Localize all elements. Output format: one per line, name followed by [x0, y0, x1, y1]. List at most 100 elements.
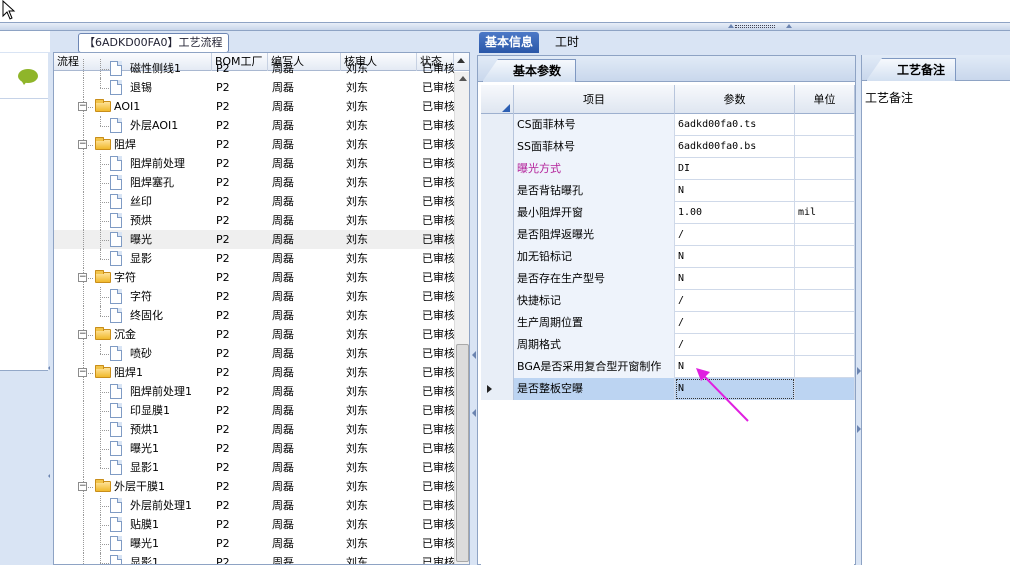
reviewer-cell: 刘东: [346, 385, 368, 398]
collapse-toggle-icon[interactable]: −: [78, 140, 87, 149]
tree-row[interactable]: 阻焊塞孔 P2 周磊 刘东 已审核: [54, 173, 454, 192]
collapse-left-icon[interactable]: [472, 409, 476, 417]
chat-bubble-icon[interactable]: [18, 69, 38, 85]
param-row[interactable]: BGA是否采用复合型开窗制作 N: [481, 356, 855, 378]
param-value-cell[interactable]: /: [675, 334, 795, 356]
collapse-toggle-icon[interactable]: −: [78, 482, 87, 491]
tab-basic-params[interactable]: 基本参数: [482, 59, 577, 82]
param-row[interactable]: 周期格式 /: [481, 334, 855, 356]
process-tree-grid[interactable]: 流程 BOM工厂 编写人 核审人 状态 磁性侧线1 P2 周磊 刘东 已审核 退锡 P2 周磊…: [53, 52, 470, 565]
reviewer-cell: 刘东: [346, 271, 368, 284]
param-value-cell[interactable]: 6adkd00fa0.bs: [675, 136, 795, 158]
tree-row[interactable]: − 字符 P2 周磊 刘东 已审核: [54, 268, 454, 287]
status-cell: 已审核: [422, 518, 454, 531]
param-value-cell[interactable]: N: [675, 246, 795, 268]
row-header[interactable]: [481, 334, 514, 356]
col-header-item[interactable]: 项目: [514, 85, 675, 114]
param-value-cell[interactable]: N: [675, 268, 795, 290]
document-icon: [110, 175, 122, 190]
param-value-cell[interactable]: 1.00: [675, 202, 795, 224]
tree-row[interactable]: 字符 P2 周磊 刘东 已审核: [54, 287, 454, 306]
row-header[interactable]: [481, 378, 514, 400]
param-value-cell[interactable]: N: [675, 378, 795, 400]
tree-scrollbar[interactable]: [454, 72, 469, 564]
tree-row[interactable]: 显影1 P2 周磊 刘东 已审核: [54, 458, 454, 477]
document-icon: [110, 517, 122, 532]
sort-up-icon[interactable]: [457, 58, 465, 63]
row-header[interactable]: [481, 158, 514, 180]
param-value-cell[interactable]: DI: [675, 158, 795, 180]
tree-row[interactable]: 预烘1 P2 周磊 刘东 已审核: [54, 420, 454, 439]
tree-row[interactable]: 外层前处理1 P2 周磊 刘东 已审核: [54, 496, 454, 515]
collapse-up-icon[interactable]: [786, 24, 792, 28]
param-value-cell[interactable]: /: [675, 290, 795, 312]
tree-row[interactable]: − 阻焊 P2 周磊 刘东 已审核: [54, 135, 454, 154]
tree-row[interactable]: − 外层干膜1 P2 周磊 刘东 已审核: [54, 477, 454, 496]
row-header[interactable]: [481, 224, 514, 246]
param-row[interactable]: 曝光方式 DI: [481, 158, 855, 180]
row-header[interactable]: [481, 202, 514, 224]
tree-row[interactable]: 外层AOI1 P2 周磊 刘东 已审核: [54, 116, 454, 135]
row-header[interactable]: [481, 136, 514, 158]
row-header[interactable]: [481, 268, 514, 290]
splitter-grip[interactable]: [735, 25, 775, 28]
row-header-corner[interactable]: [481, 85, 514, 114]
row-header[interactable]: [481, 246, 514, 268]
collapse-left-icon[interactable]: [472, 351, 476, 359]
tree-row[interactable]: 显影 P2 周磊 刘东 已审核: [54, 249, 454, 268]
tree-row[interactable]: 喷砂 P2 周磊 刘东 已审核: [54, 344, 454, 363]
select-all-icon[interactable]: [502, 104, 510, 112]
param-value-cell[interactable]: /: [675, 312, 795, 334]
row-header[interactable]: [481, 180, 514, 202]
param-row[interactable]: 是否整板空曝 N: [481, 378, 855, 400]
tree-row[interactable]: 预烘 P2 周磊 刘东 已审核: [54, 211, 454, 230]
scroll-thumb[interactable]: [456, 344, 469, 562]
tree-row[interactable]: − 沉金 P2 周磊 刘东 已审核: [54, 325, 454, 344]
tree-row[interactable]: − 阻焊1 P2 周磊 刘东 已审核: [54, 363, 454, 382]
param-row[interactable]: 快捷标记 /: [481, 290, 855, 312]
collapse-toggle-icon[interactable]: −: [78, 368, 87, 377]
param-value-cell[interactable]: /: [675, 224, 795, 246]
tree-row[interactable]: 终固化 P2 周磊 刘东 已审核: [54, 306, 454, 325]
row-header[interactable]: [481, 290, 514, 312]
tab-work-hours[interactable]: 工时: [549, 32, 585, 53]
tree-row[interactable]: 阻焊前处理 P2 周磊 刘东 已审核: [54, 154, 454, 173]
tree-row[interactable]: 显影1 P2 周磊 刘东 已审核: [54, 553, 454, 564]
tree-row[interactable]: 退锡 P2 周磊 刘东 已审核: [54, 78, 454, 97]
tree-row[interactable]: 印显膜1 P2 周磊 刘东 已审核: [54, 401, 454, 420]
tree-row[interactable]: 贴膜1 P2 周磊 刘东 已审核: [54, 515, 454, 534]
tab-process-notes[interactable]: 工艺备注: [866, 58, 957, 81]
collapse-toggle-icon[interactable]: −: [78, 102, 87, 111]
collapse-toggle-icon[interactable]: −: [78, 273, 87, 282]
row-header[interactable]: [481, 312, 514, 334]
row-header[interactable]: [481, 356, 514, 378]
param-row[interactable]: 加无铅标记 N: [481, 246, 855, 268]
tree-row[interactable]: 阻焊前处理1 P2 周磊 刘东 已审核: [54, 382, 454, 401]
param-row[interactable]: 是否背钻曝孔 N: [481, 180, 855, 202]
param-unit-cell: [795, 334, 855, 356]
tab-basic-info[interactable]: 基本信息: [479, 32, 540, 53]
scroll-up-icon[interactable]: [459, 76, 467, 81]
tree-row[interactable]: 曝光 P2 周磊 刘东 已审核: [54, 230, 454, 249]
collapse-up-icon[interactable]: [728, 24, 734, 28]
tree-row[interactable]: 曝光1 P2 周磊 刘东 已审核: [54, 534, 454, 553]
param-row[interactable]: CS面菲林号 6adkd00fa0.ts: [481, 114, 855, 136]
param-row[interactable]: 是否存在生产型号 N: [481, 268, 855, 290]
param-row[interactable]: 是否阻焊返曝光 /: [481, 224, 855, 246]
collapse-toggle-icon[interactable]: −: [78, 330, 87, 339]
tree-item-label: 预烘1: [130, 423, 159, 436]
param-value-cell[interactable]: N: [675, 356, 795, 378]
param-row[interactable]: 生产周期位置 /: [481, 312, 855, 334]
row-header[interactable]: [481, 114, 514, 136]
param-value-cell[interactable]: N: [675, 180, 795, 202]
param-row[interactable]: SS面菲林号 6adkd00fa0.bs: [481, 136, 855, 158]
tree-row[interactable]: 丝印 P2 周磊 刘东 已审核: [54, 192, 454, 211]
tree-row[interactable]: 磁性侧线1 P2 周磊 刘东 已审核: [54, 59, 454, 78]
params-grid[interactable]: 项目 参数 单位 CS面菲林号 6adkd00fa0.ts SS面菲林号 6adkd0…: [481, 85, 855, 565]
param-value-cell[interactable]: 6adkd00fa0.ts: [675, 114, 795, 136]
param-row[interactable]: 最小阻焊开窗 1.00 mil: [481, 202, 855, 224]
tree-row[interactable]: − AOI1 P2 周磊 刘东 已审核: [54, 97, 454, 116]
col-header-unit[interactable]: 单位: [795, 85, 855, 114]
col-header-value[interactable]: 参数: [675, 85, 795, 114]
tree-row[interactable]: 曝光1 P2 周磊 刘东 已审核: [54, 439, 454, 458]
